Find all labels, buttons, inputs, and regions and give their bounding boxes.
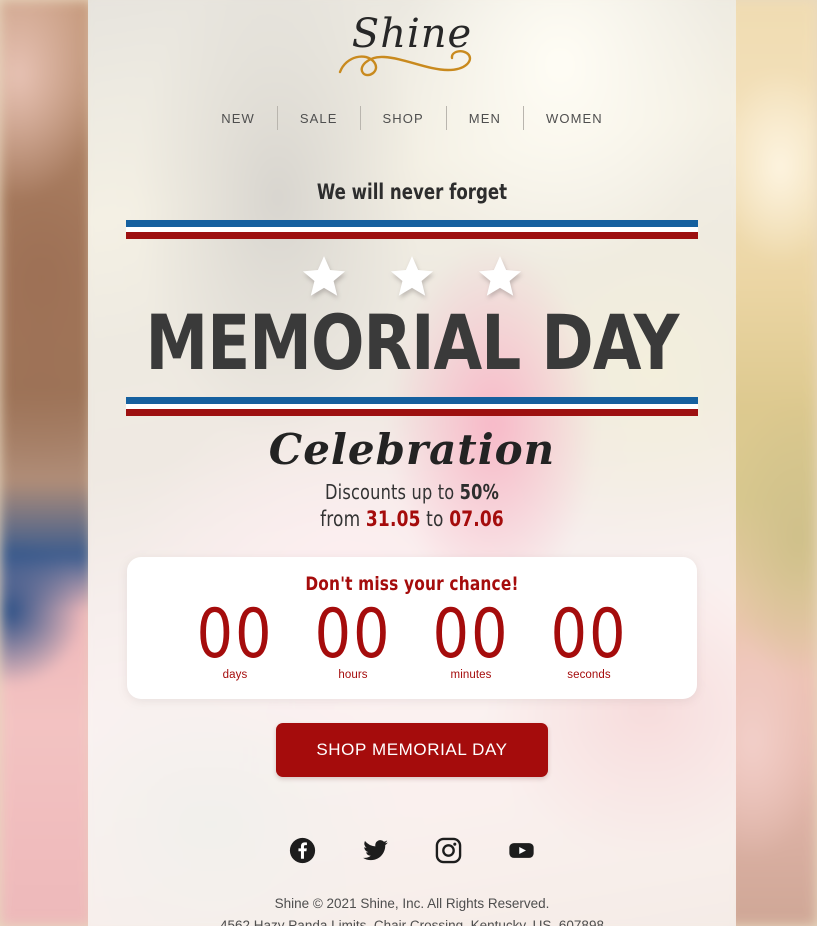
social-links <box>88 835 736 865</box>
email-body: Shine NEW SALE SHOP MEN WOMEN We will ne… <box>88 0 736 926</box>
star-icon <box>478 256 522 296</box>
star-icon <box>390 256 434 296</box>
countdown-minutes-value: 00 <box>432 595 510 675</box>
date-start: 31.05 <box>365 507 421 532</box>
footer-copyright: Shine © 2021 Shine, Inc. All Rights Rese… <box>274 896 550 912</box>
discount-dates-line: from 31.05 to 07.06 <box>120 507 703 531</box>
countdown-title: Don't miss your chance! <box>305 573 519 596</box>
dates-middle: to <box>420 507 450 532</box>
instagram-link[interactable] <box>435 837 462 864</box>
youtube-link[interactable] <box>508 837 535 864</box>
footer-address: 4562 Hazy Panda Limits, Chair Crossing, … <box>220 918 604 926</box>
countdown-seconds-value: 00 <box>550 595 628 675</box>
twitter-link[interactable] <box>362 837 389 864</box>
countdown-days-value: 00 <box>196 595 274 675</box>
flag-divider-bottom <box>126 397 698 416</box>
countdown-hours-value: 00 <box>314 595 392 675</box>
youtube-icon <box>509 842 534 858</box>
flag-divider-top <box>126 220 698 239</box>
hero-script-word: Celebration <box>268 425 556 474</box>
countdown-row: 00 days 00 hours 00 minutes 00 seconds <box>127 595 697 682</box>
countdown-unit-minutes: 00 minutes <box>412 595 530 682</box>
backdrop-right-photo <box>725 0 817 926</box>
countdown-unit-hours: 00 hours <box>294 595 412 682</box>
flag-divider-blue-bar <box>126 220 698 227</box>
backdrop-left-photo <box>0 0 92 926</box>
flag-divider-blue-bar <box>126 397 698 404</box>
discount-percent-line: Discounts up to 50% <box>120 480 703 504</box>
flag-divider-red-bar <box>126 409 698 416</box>
nav-item-shop[interactable]: SHOP <box>361 111 446 126</box>
flag-divider-red-bar <box>126 232 698 239</box>
nav-item-new[interactable]: NEW <box>199 111 277 126</box>
twitter-icon <box>363 839 388 860</box>
discount-value: 50% <box>459 480 499 505</box>
hero-eyebrow: We will never forget <box>316 180 508 204</box>
footer: Shine © 2021 Shine, Inc. All Rights Rese… <box>88 893 736 926</box>
instagram-icon <box>435 837 462 863</box>
countdown-unit-seconds: 00 seconds <box>530 595 648 682</box>
hero-title: MEMORIAL DAY <box>145 298 680 387</box>
nav-item-sale[interactable]: SALE <box>278 111 360 126</box>
countdown-card: Don't miss your chance! 00 days 00 hours… <box>127 557 697 700</box>
dates-prefix: from <box>320 507 366 532</box>
nav-item-men[interactable]: MEN <box>447 111 523 126</box>
main-nav: NEW SALE SHOP MEN WOMEN <box>88 100 736 136</box>
discount-info: Discounts up to 50% from 31.05 to 07.06 <box>120 480 703 531</box>
nav-item-women[interactable]: WOMEN <box>524 111 625 126</box>
facebook-link[interactable] <box>289 837 316 864</box>
facebook-icon <box>289 837 316 863</box>
shop-memorial-day-button[interactable]: SHOP MEMORIAL DAY <box>276 723 548 778</box>
star-row <box>88 253 736 299</box>
flourish-icon <box>338 50 472 77</box>
countdown-unit-days: 00 days <box>176 595 294 682</box>
brand-logo[interactable]: Shine <box>88 0 736 98</box>
cta-wrapper: SHOP MEMORIAL DAY <box>88 723 736 778</box>
star-icon <box>302 256 346 296</box>
date-end: 07.06 <box>449 507 504 532</box>
discount-prefix: Discounts up to <box>325 480 460 505</box>
